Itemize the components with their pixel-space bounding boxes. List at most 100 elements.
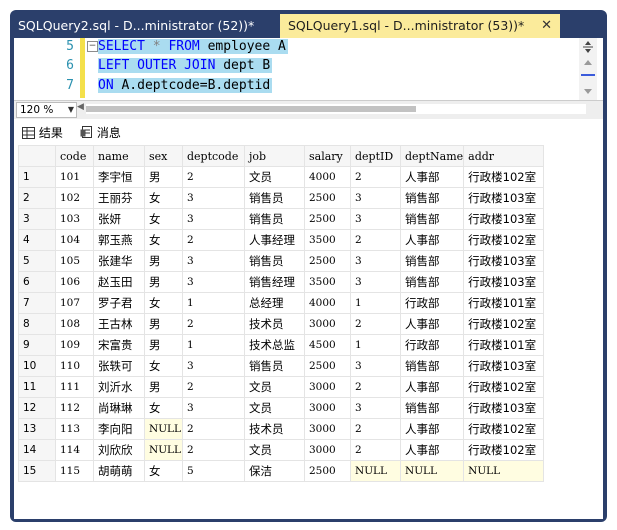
column-header[interactable]: deptcode	[182, 145, 245, 167]
table-cell[interactable]: 3	[350, 250, 401, 272]
table-cell[interactable]: 保洁	[244, 460, 305, 482]
table-cell[interactable]: 赵玉田	[93, 271, 145, 293]
table-cell[interactable]: 2	[350, 439, 401, 461]
table-cell[interactable]: 3	[182, 397, 245, 419]
table-cell[interactable]: 男	[144, 376, 183, 398]
table-cell[interactable]: 李宇恒	[93, 166, 145, 188]
table-cell[interactable]: 103	[55, 208, 94, 230]
table-row[interactable]: 8 108 王古林男 2 技术员 3000 2 人事部 行政楼102室	[18, 313, 545, 335]
table-cell[interactable]: 3500	[304, 229, 351, 251]
table-cell[interactable]: 尚琳琳	[93, 397, 145, 419]
table-cell[interactable]: 男	[144, 271, 183, 293]
tab-results[interactable]: 结果	[22, 123, 63, 143]
table-cell[interactable]: 王丽芬	[93, 187, 145, 209]
table-cell[interactable]: 郭玉燕	[93, 229, 145, 251]
table-cell[interactable]: 3	[182, 355, 245, 377]
table-cell[interactable]: 3000	[304, 397, 351, 419]
table-cell[interactable]: 3	[182, 208, 245, 230]
table-cell[interactable]: 销售部	[399, 208, 465, 230]
table-row[interactable]: 5 105 张建华男 3 销售员 2500 3 销售部 行政楼103室	[18, 250, 545, 272]
table-cell[interactable]: 张轶可	[93, 355, 145, 377]
table-cell[interactable]: 销售部	[399, 187, 465, 209]
table-cell[interactable]: 104	[55, 229, 94, 251]
table-cell[interactable]: 1	[350, 334, 401, 356]
table-cell[interactable]: 2	[350, 418, 401, 440]
table-cell[interactable]: 2	[350, 229, 401, 251]
table-cell[interactable]: 112	[55, 397, 94, 419]
table-cell[interactable]: 115	[55, 460, 94, 482]
table-cell[interactable]: 行政部	[399, 334, 465, 356]
table-cell[interactable]: 女	[144, 397, 183, 419]
table-cell[interactable]: 行政楼103室	[463, 187, 545, 209]
table-cell[interactable]: 1	[350, 292, 401, 314]
table-cell[interactable]: 女	[144, 208, 183, 230]
table-cell[interactable]: 销售部	[399, 250, 465, 272]
table-cell[interactable]: 行政楼102室	[463, 166, 545, 188]
tab-sqlquery2[interactable]: SQLQuery2.sql - D...ministrator (52))*	[10, 14, 280, 38]
results-grid[interactable]: code name sex deptcode job salary deptID…	[18, 145, 545, 482]
table-cell[interactable]: 总经理	[244, 292, 305, 314]
table-cell[interactable]: 5	[182, 460, 245, 482]
table-cell[interactable]: 女	[144, 229, 183, 251]
table-cell[interactable]: 男	[144, 250, 183, 272]
row-number[interactable]: 3	[18, 208, 56, 230]
table-cell[interactable]: 2	[182, 313, 245, 335]
table-cell[interactable]: 人事部	[399, 313, 465, 335]
table-row[interactable]: 4 104 郭玉燕女 2 人事经理 3500 2 人事部 行政楼102室	[18, 229, 545, 251]
editor-vertical-scrollbar[interactable]	[579, 38, 597, 100]
table-cell[interactable]: 销售部	[399, 271, 465, 293]
scrollbar-thumb[interactable]	[86, 106, 416, 112]
table-cell[interactable]: 行政楼103室	[463, 271, 545, 293]
table-cell[interactable]: 销售部	[399, 355, 465, 377]
collapse-toggle-icon[interactable]: −	[87, 41, 98, 52]
table-cell[interactable]: 文员	[244, 439, 305, 461]
table-cell[interactable]: 销售经理	[244, 271, 305, 293]
row-number[interactable]: 2	[18, 187, 56, 209]
table-cell[interactable]: 张建华	[93, 250, 145, 272]
table-cell[interactable]: 2500	[304, 250, 351, 272]
row-number[interactable]: 15	[18, 460, 56, 482]
table-cell[interactable]: 人事经理	[244, 229, 305, 251]
table-cell[interactable]: 行政楼102室	[463, 418, 545, 440]
table-cell[interactable]: 行政楼102室	[463, 229, 545, 251]
table-cell[interactable]: 2	[182, 418, 245, 440]
table-cell[interactable]: 销售员	[244, 208, 305, 230]
table-cell[interactable]: NULL	[144, 418, 183, 440]
table-cell[interactable]: 技术总监	[244, 334, 305, 356]
table-cell[interactable]: 行政楼103室	[463, 250, 545, 272]
column-header[interactable]: deptID	[350, 145, 401, 167]
column-header[interactable]: job	[244, 145, 305, 167]
column-header[interactable]: salary	[304, 145, 351, 167]
table-cell[interactable]: 2	[350, 313, 401, 335]
table-cell[interactable]: 3000	[304, 313, 351, 335]
table-cell[interactable]: 2500	[304, 355, 351, 377]
table-cell[interactable]: 女	[144, 460, 183, 482]
table-cell[interactable]: 3	[182, 271, 245, 293]
table-cell[interactable]: 2	[182, 229, 245, 251]
table-cell[interactable]: 文员	[244, 376, 305, 398]
table-cell[interactable]: 2	[182, 166, 245, 188]
table-cell[interactable]: 人事部	[399, 166, 465, 188]
table-cell[interactable]: 102	[55, 187, 94, 209]
table-cell[interactable]: 108	[55, 313, 94, 335]
table-cell[interactable]: 2	[182, 439, 245, 461]
column-header[interactable]: code	[55, 145, 94, 167]
table-cell[interactable]: 111	[55, 376, 94, 398]
column-header[interactable]: addr	[463, 145, 545, 167]
table-cell[interactable]: 2500	[304, 208, 351, 230]
row-number[interactable]: 8	[18, 313, 56, 335]
table-cell[interactable]: 3000	[304, 418, 351, 440]
table-cell[interactable]: 3	[182, 250, 245, 272]
table-cell[interactable]: NULL	[144, 439, 183, 461]
table-cell[interactable]: 张妍	[93, 208, 145, 230]
table-cell[interactable]: NULL	[399, 460, 465, 482]
row-number[interactable]: 11	[18, 376, 56, 398]
table-cell[interactable]: 3	[182, 187, 245, 209]
row-number[interactable]: 12	[18, 397, 56, 419]
table-cell[interactable]: 105	[55, 250, 94, 272]
table-cell[interactable]: 2	[182, 376, 245, 398]
table-cell[interactable]: 销售部	[399, 397, 465, 419]
table-cell[interactable]: 人事部	[399, 439, 465, 461]
table-cell[interactable]: 技术员	[244, 313, 305, 335]
row-number[interactable]: 1	[18, 166, 56, 188]
